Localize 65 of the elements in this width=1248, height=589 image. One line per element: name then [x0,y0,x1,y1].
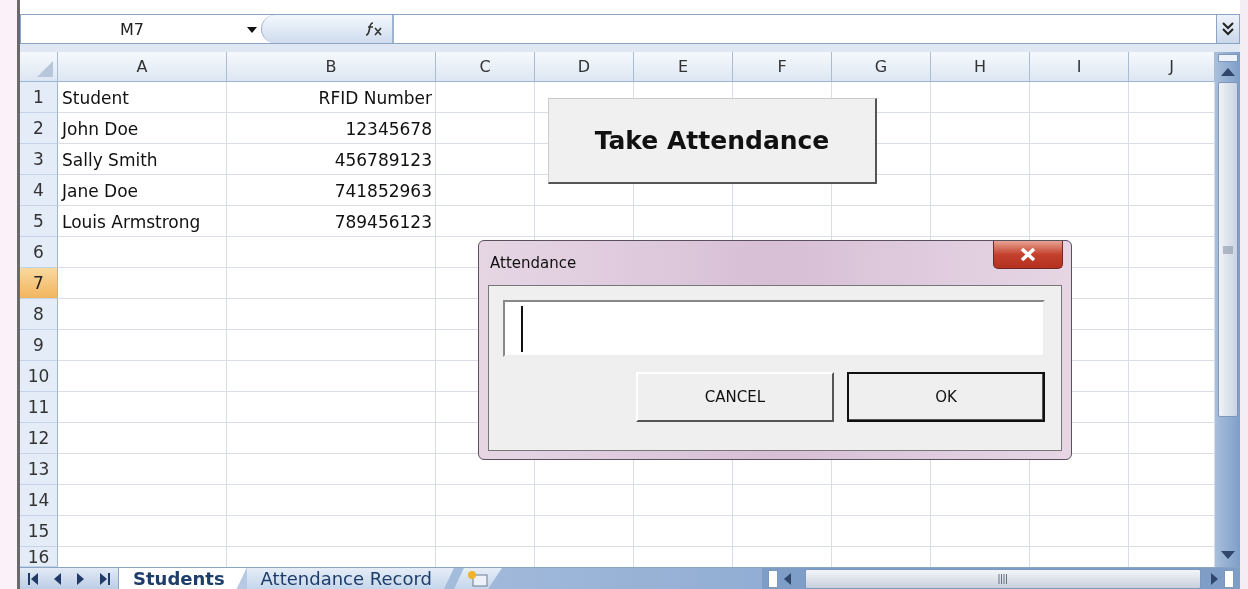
table-cell-text: Louis Armstrong [61,210,202,234]
column-header[interactable]: G [832,52,931,82]
row-header[interactable]: 12 [20,423,58,454]
column-header[interactable]: J [1129,52,1215,82]
row-header[interactable]: 7 [20,268,58,299]
scroll-thumb[interactable] [805,568,1201,589]
row-header[interactable]: 1 [20,82,58,113]
function-icon[interactable] [366,22,384,36]
next-sheet-icon[interactable] [77,572,84,585]
column-header[interactable]: D [535,52,634,82]
table-cell-text: Sally Smith [61,148,159,172]
table-cell-text: Student [61,86,130,110]
table-cell-text: 789456123 [333,210,433,234]
table-cell-text: 12345678 [344,117,433,141]
scroll-thumb[interactable] [1217,82,1238,417]
row-header[interactable]: 8 [20,299,58,330]
dialog-button[interactable]: CANCEL [636,372,834,422]
column-header[interactable]: A [58,52,227,82]
split-handle[interactable] [1217,54,1238,62]
name-box[interactable]: M7 [21,15,243,43]
row-header[interactable]: 11 [20,392,58,423]
expand-icon[interactable] [1222,22,1234,36]
column-header[interactable]: B [227,52,436,82]
column-header[interactable]: F [733,52,832,82]
new-sheet-icon[interactable] [466,569,489,588]
column-header[interactable]: I [1030,52,1129,82]
close-icon [1020,248,1036,261]
sheet-tab[interactable]: Students [119,568,247,589]
row-header[interactable]: 9 [20,330,58,361]
row-header[interactable]: 14 [20,485,58,516]
table-cell-text: 456789123 [333,148,433,172]
column-header[interactable]: E [634,52,733,82]
grip-icon [1222,245,1233,254]
scroll-right-icon[interactable] [1211,572,1218,585]
close-button[interactable] [993,241,1063,269]
first-sheet-icon[interactable] [28,572,38,585]
row-header[interactable]: 3 [20,144,58,175]
previous-sheet-icon[interactable] [54,572,61,585]
scroll-up-icon[interactable] [1220,68,1235,76]
take-attendance-button[interactable]: Take Attendance [548,98,877,184]
row-header[interactable]: 6 [20,237,58,268]
last-sheet-icon[interactable] [100,572,110,585]
dropdown-icon[interactable] [247,27,257,33]
row-header[interactable]: 5 [20,206,58,237]
table-cell-text: Jane Doe [60,179,140,203]
row-header[interactable]: 4 [20,175,58,206]
row-header[interactable]: 16 [20,547,58,567]
scroll-left-icon[interactable] [784,572,791,585]
scroll-down-icon[interactable] [1220,551,1235,559]
column-header[interactable]: C [436,52,535,82]
table-cell-text: RFID Number [317,86,433,110]
row-header[interactable]: 2 [20,113,58,144]
row-header[interactable]: 15 [20,516,58,547]
table-cell-text: 741852963 [333,179,433,203]
split-handle[interactable] [1224,569,1234,588]
sheet-tab[interactable]: Attendance Record [246,568,454,589]
input-field[interactable] [503,300,1045,357]
dialog-button[interactable]: OK [847,372,1045,422]
dialog-title: Attendance [490,254,577,272]
column-header[interactable]: H [931,52,1030,82]
table-cell-text: John Doe [60,117,140,141]
split-handle[interactable] [768,569,778,588]
row-header[interactable]: 10 [20,361,58,392]
row-header[interactable]: 13 [20,454,58,485]
grip-icon [998,573,1008,584]
